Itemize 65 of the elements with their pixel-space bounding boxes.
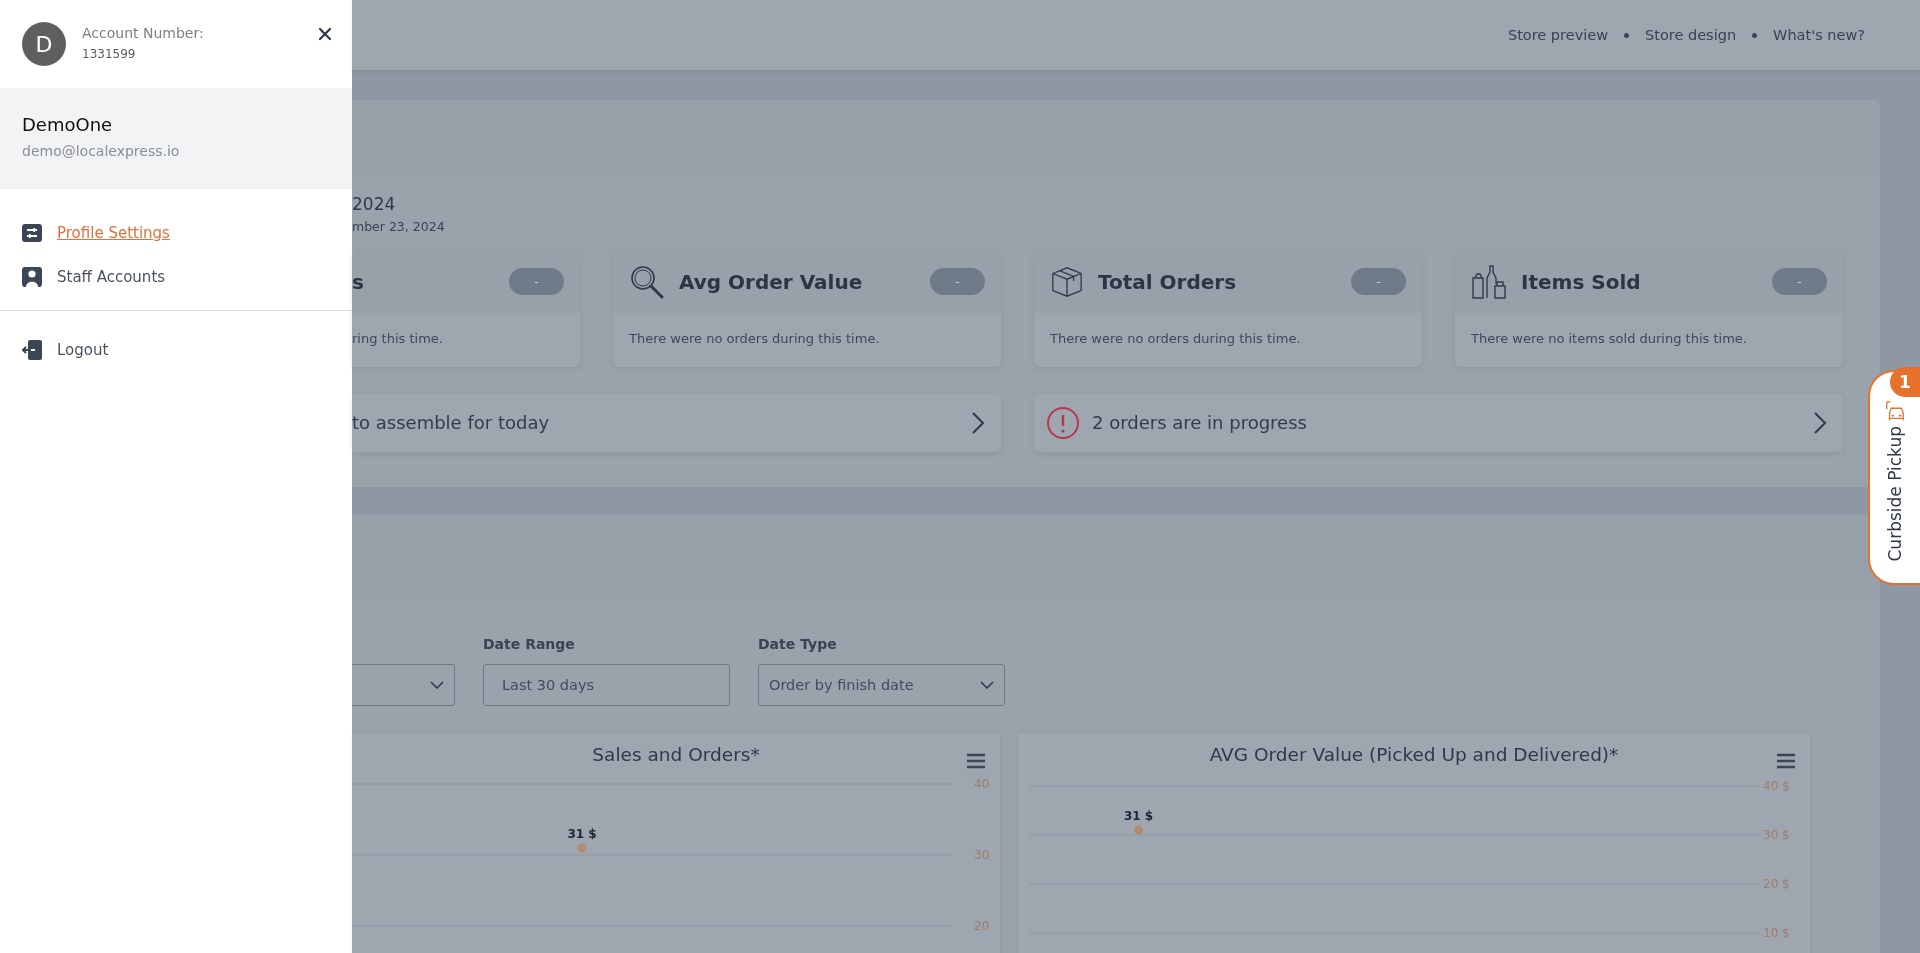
logout-link[interactable]: Logout [57, 341, 109, 359]
value-badge: - [1772, 268, 1827, 295]
menu-icon[interactable] [1776, 753, 1796, 769]
axis-tick-label: 10 $ [1763, 926, 1790, 940]
stat-title: Items Sold [1521, 269, 1642, 294]
chart-title: Sales and Orders* [592, 743, 760, 765]
data-point [1134, 825, 1143, 835]
person-icon [22, 267, 42, 287]
avatar: D [22, 22, 66, 66]
menu-link[interactable]: Staff Accounts [57, 268, 166, 286]
date-title: 2024 [352, 194, 397, 214]
nav-link[interactable]: Store design [1645, 27, 1737, 43]
bottles-icon [1471, 263, 1507, 300]
user-name: DemoOne [22, 114, 114, 135]
menu-link[interactable]: Profile Settings [57, 224, 170, 242]
axis-tick-label: 20 $ [1763, 877, 1790, 891]
chart-title: AVG Order Value (Picked Up and Delivered)* [1209, 743, 1619, 765]
account-number: 1331599 [82, 47, 137, 61]
stat-note: There were no orders during this time. [1049, 330, 1302, 346]
date-range-field[interactable]: Last 30 days [483, 664, 730, 706]
axis-tick-label: 30 [974, 848, 990, 862]
nav-link[interactable]: Store preview [1507, 27, 1609, 43]
stat-note: There were no items sold during this time. [1470, 330, 1748, 346]
stat-title: s [352, 269, 365, 294]
data-label: 31 $ [567, 826, 597, 841]
sliders-icon [22, 224, 42, 242]
chevron-right-icon [1813, 410, 1827, 435]
axis-tick-label: 40 $ [1763, 779, 1790, 793]
close-icon[interactable] [318, 27, 332, 41]
select-field[interactable] [352, 664, 455, 706]
nav-link[interactable]: What's new? [1773, 27, 1865, 43]
alert-row[interactable]: to assemble for today [352, 393, 1001, 452]
account-label: Account Number: [82, 25, 205, 41]
box-icon [1050, 264, 1084, 299]
data-label: 31 $ [1123, 809, 1154, 824]
count-badge: 1 [1890, 367, 1920, 397]
stat-title: Total Orders [1098, 269, 1238, 294]
menu-icon[interactable] [966, 753, 986, 769]
stat-note: There were no orders during this time. [628, 330, 881, 346]
car-icon [1884, 400, 1906, 422]
date-subtitle: mber 23, 2024 [352, 219, 446, 234]
search-icon [629, 263, 665, 300]
alert-row[interactable]: 2 orders are in progress [1034, 393, 1843, 452]
chevron-down-icon [430, 681, 444, 689]
filter-label: Date Range [483, 636, 576, 654]
alert-text: to assemble for today [352, 412, 551, 433]
chevron-down-icon [980, 681, 994, 689]
logout-icon [22, 340, 42, 360]
value-badge: - [509, 268, 564, 295]
select-field[interactable]: Order by finish date [758, 664, 1005, 706]
dot-separator [1624, 32, 1630, 38]
warning-icon [1046, 405, 1080, 440]
alert-text: 2 orders are in progress [1092, 412, 1308, 433]
stat-note: ring this time. [352, 330, 444, 346]
data-point [577, 843, 587, 853]
user-email: demo@localexpress.io [22, 143, 181, 159]
axis-tick-label: 20 [974, 919, 990, 933]
value-badge: - [930, 268, 985, 295]
dot-separator [1752, 32, 1758, 38]
stat-title: Avg Order Value [679, 269, 864, 294]
axis-tick-label: 40 [974, 777, 990, 791]
filter-label: Date Type [758, 636, 838, 654]
chevron-right-icon [971, 410, 985, 435]
axis-tick-label: 30 $ [1763, 828, 1790, 842]
value-badge: - [1351, 268, 1406, 295]
